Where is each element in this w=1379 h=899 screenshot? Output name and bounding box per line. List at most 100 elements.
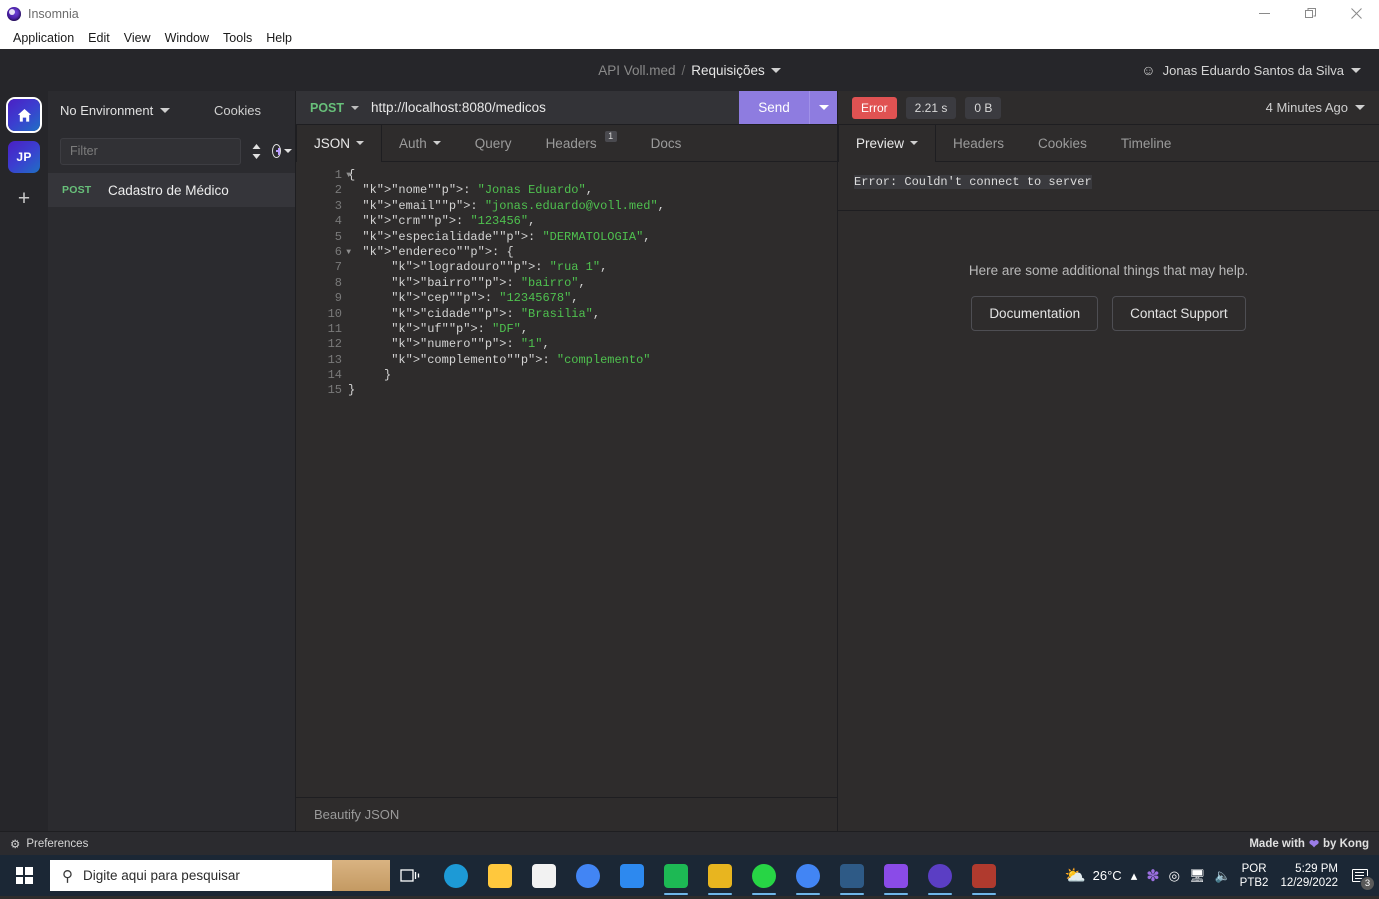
feather-icon[interactable]: ✽ xyxy=(1146,866,1159,886)
window-title-bar: Insomnia xyxy=(0,0,1379,27)
filter-row xyxy=(48,129,295,173)
tab-timeline[interactable]: Timeline xyxy=(1104,125,1189,161)
response-history-selector[interactable]: 4 Minutes Ago xyxy=(1266,100,1365,115)
send-button[interactable]: Send xyxy=(739,91,809,124)
menu-item-view[interactable]: View xyxy=(117,29,158,47)
menu-item-tools[interactable]: Tools xyxy=(216,29,259,47)
line-number: 9 xyxy=(334,291,342,306)
rail-item-home[interactable] xyxy=(8,99,40,131)
tab-response-headers[interactable]: Headers xyxy=(936,125,1021,161)
windows-start-icon[interactable] xyxy=(0,855,48,896)
tab-docs[interactable]: Docs xyxy=(634,125,699,161)
send-options-button[interactable] xyxy=(809,91,837,124)
code-line: } xyxy=(348,383,356,398)
app-status-bar: ⚙ Preferences Made with ❤ by Kong xyxy=(0,831,1379,855)
maximize-icon[interactable] xyxy=(1287,0,1333,27)
request-pane: POST Send JSON Auth Qu xyxy=(296,91,838,831)
beautify-json-button[interactable]: Beautify JSON xyxy=(296,807,399,822)
chart-app-icon[interactable] xyxy=(700,855,740,896)
tab-headers[interactable]: Headers 1 xyxy=(529,125,634,161)
code-line: "k">"complemento""p">: "complemento" xyxy=(391,352,651,367)
chevron-up-icon[interactable]: ▴ xyxy=(1131,868,1138,884)
workspace-rail: JP + xyxy=(0,91,48,831)
chevron-down-icon[interactable] xyxy=(1351,67,1361,73)
menu-item-help[interactable]: Help xyxy=(259,29,299,47)
account-menu[interactable]: ☺ Jonas Eduardo Santos da Silva xyxy=(1141,62,1361,78)
line-number: 7 xyxy=(334,260,342,275)
request-name-label: Cadastro de Médico xyxy=(108,182,229,198)
method-label: POST xyxy=(310,100,345,115)
volume-icon[interactable]: 🔈 xyxy=(1214,868,1230,884)
green-circle-app-icon[interactable] xyxy=(744,855,784,896)
close-icon[interactable] xyxy=(1333,0,1379,27)
spotify-icon[interactable] xyxy=(656,855,696,896)
method-selector[interactable]: POST xyxy=(296,91,371,124)
list-item[interactable]: POST Cadastro de Médico xyxy=(48,173,295,207)
filter-input[interactable] xyxy=(60,137,241,165)
chevron-down-icon[interactable] xyxy=(770,67,781,73)
cookies-button[interactable]: Cookies xyxy=(214,103,283,118)
insomnia-logo-icon xyxy=(7,6,21,21)
preferences-button[interactable]: ⚙ Preferences xyxy=(10,837,88,851)
winrar-icon[interactable] xyxy=(964,855,1004,896)
app-glyph xyxy=(840,863,864,888)
language-indicator[interactable]: POR PTB2 xyxy=(1240,862,1269,890)
tab-label: Docs xyxy=(650,135,682,151)
search-illustration xyxy=(332,860,390,891)
google-chrome-icon[interactable] xyxy=(568,855,608,896)
camera-icon[interactable]: ◎ xyxy=(1169,868,1180,884)
fold-toggle-icon[interactable]: ▼ xyxy=(346,245,351,260)
contact-support-button[interactable]: Contact Support xyxy=(1112,296,1246,331)
rail-item-workspace-jp[interactable]: JP xyxy=(8,141,40,173)
minimize-icon[interactable] xyxy=(1241,0,1287,27)
app-glyph xyxy=(664,863,688,888)
notification-icon[interactable]: 3 xyxy=(1347,861,1375,891)
google-chrome-icon[interactable] xyxy=(788,855,828,896)
environment-selector[interactable]: No Environment xyxy=(60,103,171,118)
sort-icon[interactable] xyxy=(251,141,262,161)
editor-code[interactable]: { "k">"nome""p">: "Jonas Eduardo", "k">"… xyxy=(348,168,837,797)
task-view-icon[interactable] xyxy=(390,855,430,896)
search-input[interactable]: ⚲ Digite aqui para pesquisar xyxy=(50,860,390,891)
breadcrumb-collection[interactable]: Requisições xyxy=(691,63,765,78)
taskbar-apps xyxy=(430,855,1004,896)
weather-widget[interactable]: ⛅ 26°C xyxy=(1064,866,1121,886)
tab-label: Headers xyxy=(545,135,597,151)
intellij-idea-icon[interactable] xyxy=(876,855,916,896)
documentation-button[interactable]: Documentation xyxy=(971,296,1099,331)
search-icon: ⚲ xyxy=(62,867,73,885)
tab-json[interactable]: JSON xyxy=(296,125,383,162)
line-number: 10 xyxy=(327,306,342,321)
tab-label: Query xyxy=(474,135,512,151)
tab-preview[interactable]: Preview xyxy=(838,125,937,162)
menu-item-edit[interactable]: Edit xyxy=(81,29,117,47)
response-size: 0 B xyxy=(965,96,1002,119)
tab-response-cookies[interactable]: Cookies xyxy=(1021,125,1104,161)
line-number: 1 ▼ xyxy=(334,168,351,182)
menu-item-application[interactable]: Application xyxy=(6,29,81,47)
tab-auth[interactable]: Auth xyxy=(382,125,458,161)
insomnia-icon[interactable] xyxy=(920,855,960,896)
pen-tool-icon[interactable] xyxy=(832,855,872,896)
fold-toggle-icon[interactable]: ▼ xyxy=(346,168,351,183)
code-line: "k">"especialidade""p">: "DERMATOLOGIA", xyxy=(362,229,651,244)
code-line: "k">"uf""p">: "DF", xyxy=(391,321,529,336)
add-request-button[interactable] xyxy=(272,141,292,161)
file-explorer-icon[interactable] xyxy=(480,855,520,896)
tab-query[interactable]: Query xyxy=(458,125,529,161)
clock[interactable]: 5:29 PM 12/29/2022 xyxy=(1277,862,1338,890)
line-number: 6 ▼ xyxy=(334,244,351,259)
body-editor[interactable]: 1 ▼ 2 3 4 5 6 ▼ 7 8 9 10 11 12 13 14 15 { "k">"nome""p">… xyxy=(296,162,837,797)
rail-add-button[interactable]: + xyxy=(8,183,40,215)
search-placeholder: Digite aqui para pesquisar xyxy=(83,868,240,883)
network-icon[interactable]: 🖥 xyxy=(1189,868,1206,884)
menu-item-window[interactable]: Window xyxy=(158,29,216,47)
mail-icon[interactable] xyxy=(612,855,652,896)
microsoft-store-icon[interactable] xyxy=(524,855,564,896)
window-title: Insomnia xyxy=(28,6,79,21)
line-number: 3 xyxy=(334,198,342,213)
status-badge: Error xyxy=(852,96,897,119)
url-input[interactable] xyxy=(371,91,739,124)
app-glyph xyxy=(796,863,820,888)
microsoft-edge-icon[interactable] xyxy=(436,855,476,896)
